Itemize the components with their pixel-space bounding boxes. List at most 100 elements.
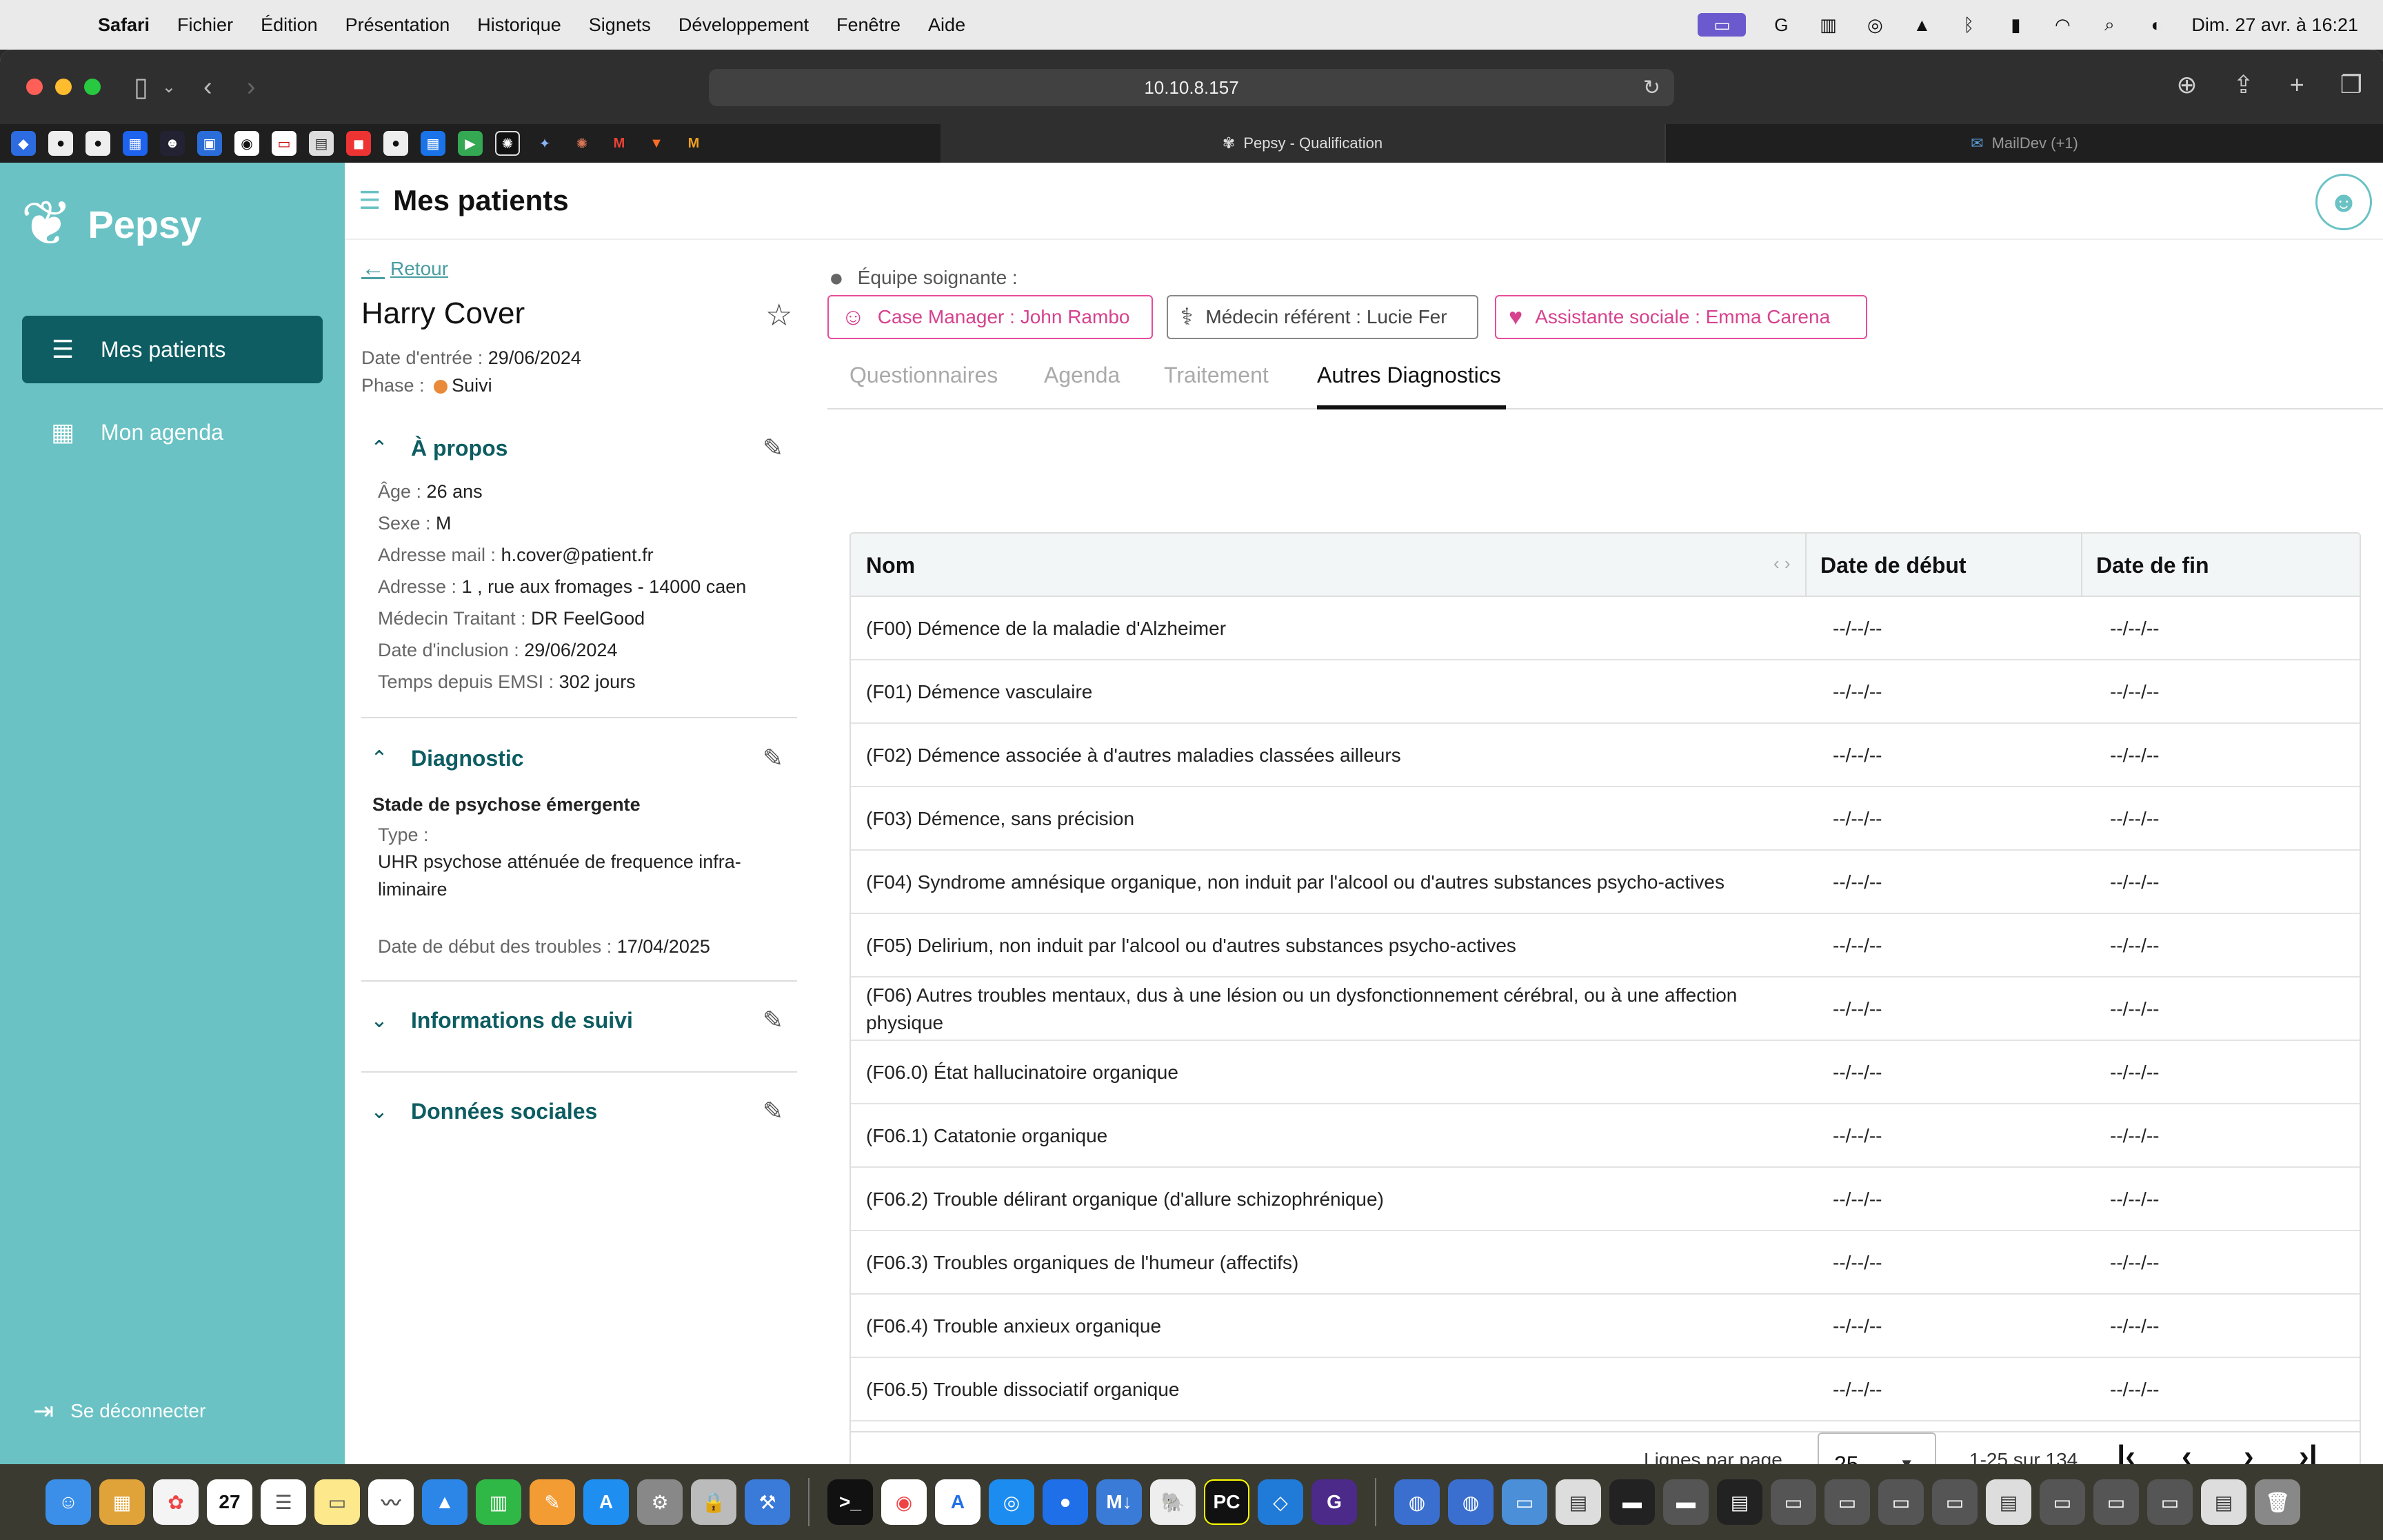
sidebar-item-mon-agenda[interactable]: ▦ Mon agenda — [22, 398, 323, 466]
back-link[interactable]: ← Retour — [361, 255, 448, 282]
control-center-icon[interactable]: ◐ — [2144, 13, 2168, 37]
folder-icon[interactable]: ▭ — [1502, 1479, 1547, 1525]
reload-icon[interactable]: ↻ — [1643, 76, 1660, 100]
trello-icon[interactable]: ▥ — [1816, 13, 1840, 37]
rows-per-page-select[interactable]: 25 ▼ — [1818, 1432, 1936, 1464]
app-icon[interactable]: ▭ — [272, 131, 296, 156]
font-app-icon[interactable]: A — [935, 1479, 981, 1525]
share-icon[interactable]: ⇪ — [2233, 70, 2254, 99]
chip-case-manager[interactable]: ☺ Case Manager : John Rambo — [827, 295, 1153, 339]
window-thumbnail-icon[interactable]: ▤ — [1717, 1479, 1762, 1525]
tab-questionnaires[interactable]: Questionnaires — [849, 363, 998, 409]
chip-social-worker[interactable]: ♥ Assistante sociale : Emma Carena — [1495, 295, 1867, 339]
menu-fenetre[interactable]: Fenêtre — [836, 14, 901, 36]
bluetooth-icon[interactable]: ᛒ — [1957, 13, 1980, 37]
google-meet-icon[interactable]: ▶ — [458, 131, 483, 156]
close-window-button[interactable] — [26, 79, 43, 95]
menu-developpement[interactable]: Développement — [678, 14, 809, 36]
table-row[interactable]: (F06) Autres troubles mentaux, dus à une… — [851, 977, 2360, 1041]
address-bar[interactable]: 10.10.8.157 ↻ — [709, 69, 1674, 106]
github-icon[interactable]: ● — [86, 131, 110, 156]
gmail-icon[interactable]: M — [607, 131, 632, 156]
table-row[interactable]: (F06.0) État hallucinatoire organique --/… — [851, 1041, 2360, 1104]
pycharm-icon[interactable]: PC — [1204, 1479, 1249, 1525]
system-settings-icon[interactable]: ⚙ — [637, 1479, 683, 1525]
table-row[interactable]: (F06.5) Trouble dissociatif organique --/… — [851, 1358, 2360, 1421]
tab-traitement[interactable]: Traitement — [1164, 363, 1269, 409]
chip-referent-doctor[interactable]: ⚕ Médecin référent : Lucie Fer — [1167, 295, 1478, 339]
wifi-icon[interactable]: ◠ — [2051, 13, 2074, 37]
previous-page-icon[interactable]: ‹ — [2182, 1439, 2192, 1464]
window-thumbnail-icon[interactable]: ▭ — [1824, 1479, 1870, 1525]
sidebar-item-mes-patients[interactable]: ☰ Mes patients — [22, 316, 323, 383]
next-page-icon[interactable]: › — [2244, 1439, 2254, 1464]
menu-edition[interactable]: Édition — [261, 14, 318, 36]
battery-icon[interactable]: ▮ — [2004, 13, 2027, 37]
app-icon[interactable]: ◉ — [234, 131, 259, 156]
table-row[interactable]: (F00) Démence de la maladie d'Alzheimer -… — [851, 597, 2360, 660]
table-row[interactable]: (F06.4) Trouble anxieux organique --/--/-… — [851, 1295, 2360, 1358]
numbers-icon[interactable]: ▥ — [476, 1479, 521, 1525]
google-calendar-icon[interactable]: ▦ — [421, 131, 445, 156]
sidebar-toggle-icon[interactable]: ▯ — [134, 72, 148, 103]
gitlab-icon[interactable]: ▼ — [644, 131, 669, 156]
spotlight-search-icon[interactable]: ⌕ — [2098, 13, 2121, 37]
window-thumbnail-icon[interactable]: ▭ — [2040, 1479, 2085, 1525]
notes-icon[interactable]: ▭ — [314, 1479, 360, 1525]
menu-historique[interactable]: Historique — [477, 14, 561, 36]
zoom-window-button[interactable] — [84, 79, 101, 95]
globe-icon[interactable]: ◍ — [1448, 1479, 1494, 1525]
table-row[interactable]: (F03) Démence, sans précision --/--/-- --/… — [851, 787, 2360, 851]
claude-icon[interactable]: ✺ — [570, 131, 594, 156]
window-thumbnail-icon[interactable]: ▬ — [1663, 1479, 1709, 1525]
new-tab-icon[interactable]: + — [2290, 70, 2304, 99]
section-social-header[interactable]: ⌄ Données sociales ✎ — [361, 1091, 796, 1132]
jira-icon[interactable]: ◆ — [11, 131, 36, 156]
menu-aide[interactable]: Aide — [928, 14, 965, 36]
menu-presentation[interactable]: Présentation — [345, 14, 450, 36]
xcode-icon[interactable]: ⚒ — [745, 1479, 790, 1525]
first-page-icon[interactable]: |‹ — [2117, 1439, 2135, 1464]
github-desktop-icon[interactable]: G — [1311, 1479, 1357, 1525]
app-icon[interactable]: M — [681, 131, 706, 156]
table-row[interactable]: (F05) Delirium, non induit par l'alcool … — [851, 914, 2360, 977]
brand-logo[interactable]: ❦ Pepsy — [21, 193, 201, 255]
safari-icon[interactable]: ◎ — [989, 1479, 1034, 1525]
keynote-icon[interactable]: ▲ — [422, 1479, 467, 1525]
forward-icon[interactable]: › — [247, 72, 256, 102]
bitwarden-icon[interactable]: ▣ — [197, 131, 222, 156]
edit-pencil-icon[interactable]: ✎ — [763, 1006, 783, 1035]
lock-app-icon[interactable]: 🔒 — [691, 1479, 736, 1525]
column-separator[interactable] — [1805, 534, 1807, 597]
downloads-icon[interactable]: ⊕ — [2176, 70, 2197, 99]
tab-autres-diagnostics[interactable]: Autres Diagnostics — [1317, 363, 1501, 409]
edit-pencil-icon[interactable]: ✎ — [763, 744, 783, 773]
favorite-star-icon[interactable]: ☆ — [765, 298, 792, 333]
docker-icon[interactable]: ▦ — [123, 131, 148, 156]
window-thumbnail-icon[interactable]: ▭ — [2093, 1479, 2139, 1525]
tableplus-icon[interactable]: 🐘 — [1150, 1479, 1196, 1525]
globe-icon[interactable]: ◍ — [1394, 1479, 1440, 1525]
menu-fichier[interactable]: Fichier — [177, 14, 233, 36]
user-app-icon[interactable]: ☻ — [160, 131, 185, 156]
table-row[interactable]: (F04) Syndrome amnésique organique, non … — [851, 851, 2360, 914]
back-icon[interactable]: ‹ — [203, 72, 212, 102]
edit-pencil-icon[interactable]: ✎ — [763, 434, 783, 463]
tab-overview-icon[interactable]: ❐ — [2340, 70, 2362, 99]
grammarly-icon[interactable]: G — [1769, 13, 1793, 37]
photos-icon[interactable]: ✿ — [153, 1479, 199, 1525]
section-diagnostic-header[interactable]: ⌃ Diagnostic ✎ — [361, 738, 796, 779]
edit-pencil-icon[interactable]: ✎ — [763, 1097, 783, 1126]
window-thumbnail-icon[interactable]: ▭ — [1878, 1479, 1924, 1525]
window-thumbnail-icon[interactable]: ▤ — [1556, 1479, 1601, 1525]
table-row[interactable]: (F06.1) Catatonie organique --/--/-- --/--… — [851, 1104, 2360, 1168]
window-thumbnail-icon[interactable]: ▤ — [1986, 1479, 2031, 1525]
app-icon[interactable]: ▤ — [309, 131, 334, 156]
freeform-icon[interactable]: 〰 — [368, 1479, 414, 1525]
chevron-down-icon[interactable]: ⌄ — [162, 77, 176, 97]
screen-share-icon[interactable]: ▭ — [1698, 13, 1747, 37]
app-store-icon[interactable]: A — [583, 1479, 629, 1525]
pages-icon[interactable]: ✎ — [530, 1479, 575, 1525]
logout-button[interactable]: ⇥ Se déconnecter — [33, 1397, 205, 1426]
window-thumbnail-icon[interactable]: ▬ — [1609, 1479, 1655, 1525]
